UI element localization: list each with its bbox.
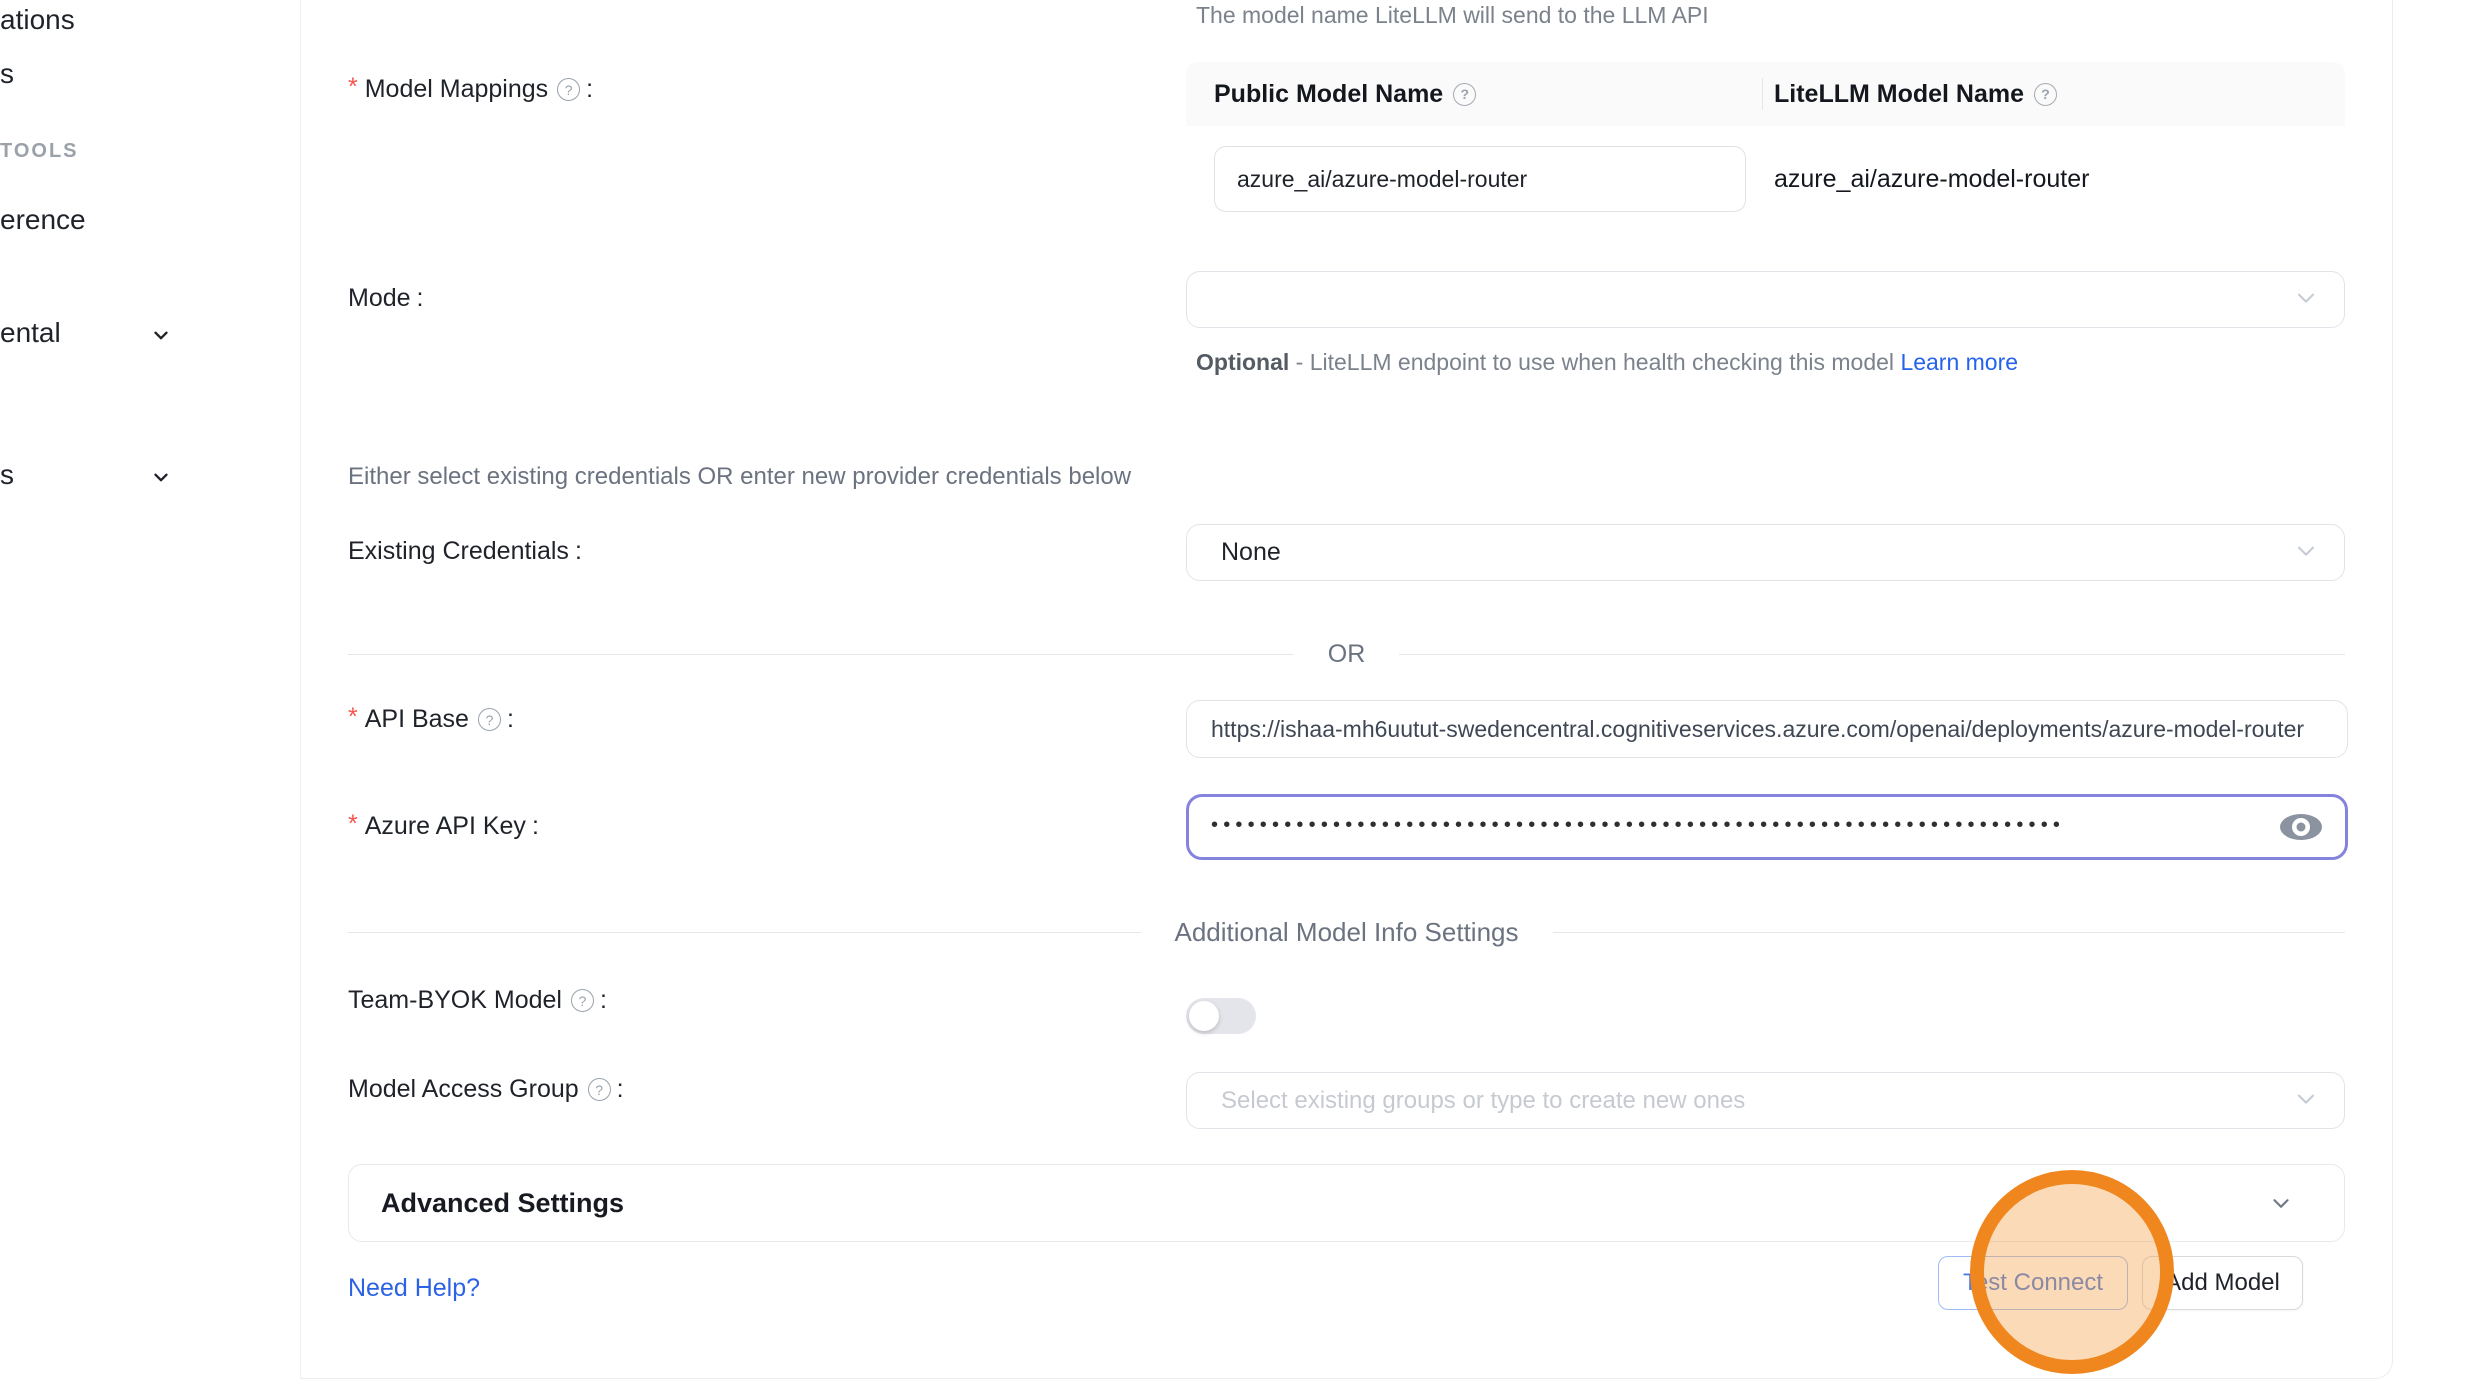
help-icon[interactable]: ?: [557, 78, 580, 101]
toggle-knob: [1189, 1001, 1219, 1031]
column-header-litellm-model-name: LiteLLM Model Name ?: [1774, 62, 2057, 126]
add-model-form-page: ations s TOOLS erence ental s The model …: [0, 0, 2477, 1385]
eye-icon[interactable]: [2279, 812, 2323, 842]
chevron-down-icon: [150, 463, 172, 495]
masked-api-key: ••••••••••••••••••••••••••••••••••••••••…: [1211, 814, 2065, 837]
help-icon[interactable]: ?: [478, 708, 501, 731]
need-help-link[interactable]: Need Help?: [348, 1274, 480, 1303]
help-icon[interactable]: ?: [1453, 83, 1476, 106]
add-model-button[interactable]: Add Model: [2142, 1256, 2303, 1310]
help-icon[interactable]: ?: [588, 1078, 611, 1101]
mode-label: Mode :: [348, 284, 424, 313]
mode-select[interactable]: [1186, 271, 2345, 328]
advanced-settings-title: Advanced Settings: [381, 1188, 2268, 1219]
divider-line: [348, 654, 1294, 655]
chevron-down-icon: [2292, 1084, 2320, 1117]
existing-credentials-label: Existing Credentials :: [348, 537, 582, 566]
api-base-value: https://ishaa-mh6uutut-swedencentral.cog…: [1211, 716, 2304, 743]
required-asterisk: *: [348, 73, 358, 102]
chevron-down-icon: [150, 321, 172, 353]
or-divider-text: OR: [1294, 640, 1400, 669]
mode-hint: Optional - LiteLLM endpoint to use when …: [1196, 342, 2031, 383]
model-access-group-label: Model Access Group ? :: [348, 1075, 624, 1104]
divider-line: [1553, 932, 2346, 933]
column-header-public-model-name: Public Model Name ?: [1214, 62, 1476, 126]
divider-line: [348, 932, 1141, 933]
sidebar-item-settings[interactable]: s: [0, 459, 298, 491]
chevron-down-icon: [2292, 283, 2320, 316]
chevron-down-icon: [2292, 536, 2320, 569]
sidebar-item-organizations[interactable]: ations: [0, 4, 298, 36]
litellm-model-name-value: azure_ai/azure-model-router: [1774, 146, 2089, 212]
additional-info-divider-text: Additional Model Info Settings: [1141, 917, 1553, 948]
help-icon[interactable]: ?: [2034, 83, 2057, 106]
sidebar-item-api-reference[interactable]: erence: [0, 204, 298, 236]
divider-line: [1399, 654, 2345, 655]
required-asterisk: *: [348, 703, 358, 732]
model-access-group-placeholder: Select existing groups or type to create…: [1221, 1087, 1745, 1115]
existing-credentials-select[interactable]: None: [1186, 524, 2345, 581]
learn-more-link[interactable]: Learn more: [1900, 349, 2018, 375]
credentials-note: Either select existing credentials OR en…: [348, 463, 1131, 491]
team-byok-toggle[interactable]: [1186, 998, 1256, 1034]
additional-info-divider: Additional Model Info Settings: [348, 917, 2345, 948]
api-base-input[interactable]: https://ishaa-mh6uutut-swedencentral.cog…: [1186, 700, 2348, 758]
api-base-label: * API Base ? :: [348, 705, 514, 734]
sidebar: ations s TOOLS erence ental s: [0, 0, 298, 1385]
help-icon[interactable]: ?: [571, 989, 594, 1012]
sidebar-item-label: ental: [0, 317, 61, 348]
chevron-down-icon: [2268, 1190, 2294, 1216]
existing-credentials-value: None: [1221, 538, 1281, 567]
or-divider: OR: [348, 640, 2345, 669]
team-byok-label: Team-BYOK Model ? :: [348, 986, 607, 1015]
public-model-name-input[interactable]: azure_ai/azure-model-router: [1214, 146, 1746, 212]
test-connect-button[interactable]: Test Connect: [1938, 1256, 2128, 1310]
azure-api-key-input[interactable]: ••••••••••••••••••••••••••••••••••••••••…: [1186, 794, 2348, 860]
required-asterisk: *: [348, 810, 358, 839]
sidebar-section-tools: TOOLS: [0, 140, 79, 163]
advanced-settings-panel[interactable]: Advanced Settings: [348, 1164, 2345, 1242]
sidebar-item-experimental[interactable]: ental: [0, 317, 298, 349]
litellm-model-name-hint: The model name LiteLLM will send to the …: [1196, 2, 2146, 29]
sidebar-item-label: s: [0, 459, 14, 490]
azure-api-key-label: * Azure API Key :: [348, 812, 539, 841]
column-divider: [1762, 78, 1763, 110]
sidebar-item-guardrails[interactable]: s: [0, 58, 298, 90]
model-mappings-label: * Model Mappings ? :: [348, 75, 593, 104]
model-access-group-select[interactable]: Select existing groups or type to create…: [1186, 1072, 2345, 1129]
